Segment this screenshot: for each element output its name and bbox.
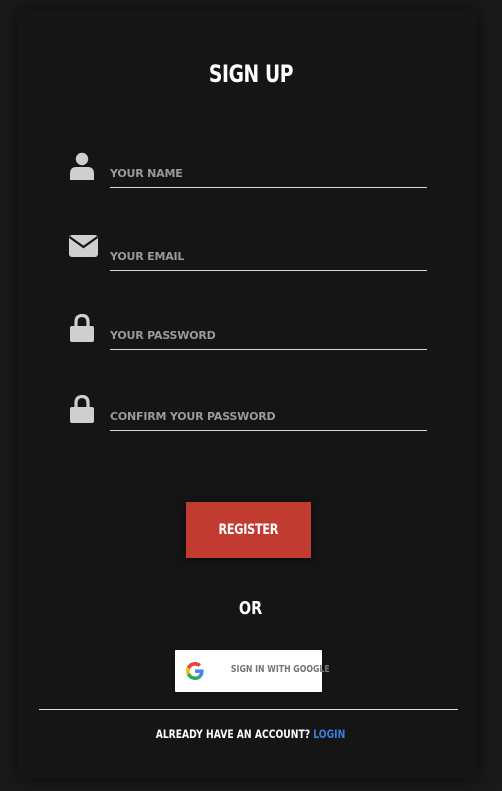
or-separator: OR bbox=[0, 598, 502, 619]
google-signin-label: SIGN IN WITH GOOGLE bbox=[230, 664, 330, 675]
login-prompt: ALREADY HAVE AN ACCOUNT? LOGIN bbox=[0, 727, 502, 741]
lock-icon bbox=[69, 395, 97, 423]
confirm-password-input[interactable] bbox=[110, 407, 427, 431]
envelope-icon bbox=[69, 235, 98, 257]
name-field-row bbox=[0, 152, 502, 202]
page-title: SIGN UP bbox=[208, 60, 294, 88]
register-button-label: REGISTER bbox=[218, 522, 279, 538]
google-icon bbox=[186, 662, 204, 680]
divider bbox=[39, 709, 458, 710]
lock-icon bbox=[69, 314, 97, 342]
email-field-row bbox=[0, 235, 502, 285]
register-button[interactable]: REGISTER bbox=[186, 502, 311, 558]
name-input[interactable] bbox=[110, 164, 427, 188]
user-icon bbox=[69, 152, 97, 180]
google-signin-button[interactable]: SIGN IN WITH GOOGLE bbox=[175, 650, 330, 692]
password-field-row bbox=[0, 314, 502, 364]
password-input[interactable] bbox=[110, 326, 427, 350]
login-prompt-text: ALREADY HAVE AN ACCOUNT? bbox=[156, 727, 311, 741]
email-input[interactable] bbox=[110, 247, 427, 271]
or-label: OR bbox=[239, 598, 263, 619]
confirm-password-field-row bbox=[0, 395, 502, 445]
login-link[interactable]: LOGIN bbox=[314, 727, 346, 741]
